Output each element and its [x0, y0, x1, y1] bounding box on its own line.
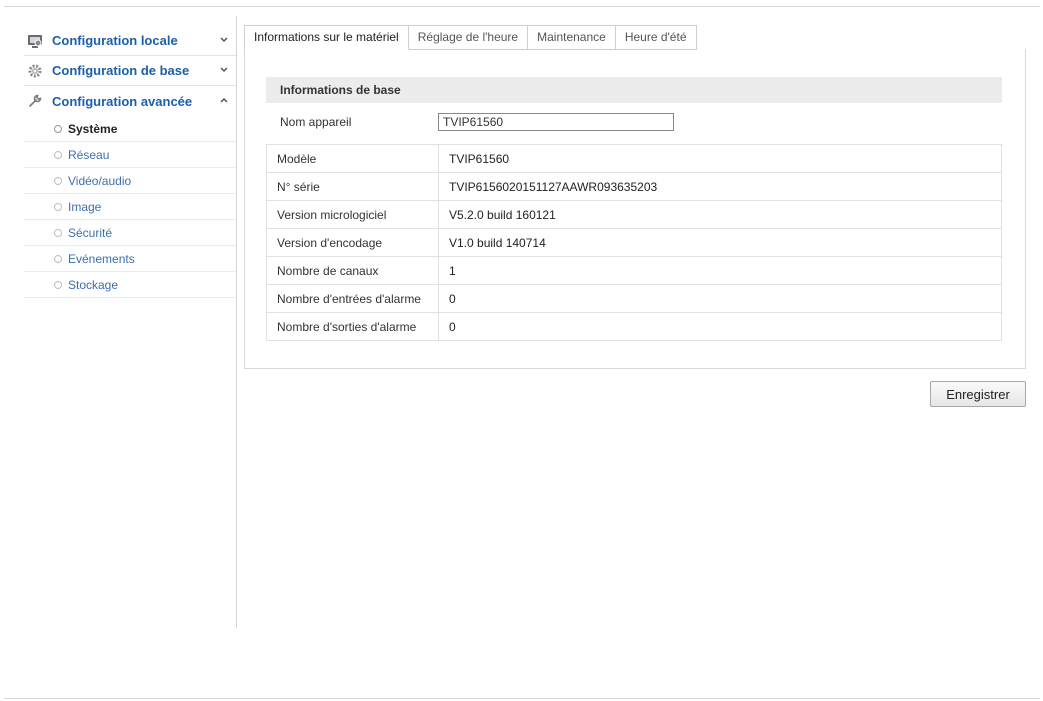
- row-value: V1.0 build 140714: [438, 228, 1002, 257]
- sidebar-item-stockage[interactable]: Stockage: [24, 272, 236, 298]
- table-row: Nombre d'entrées d'alarme 0: [266, 284, 1002, 313]
- sidebar-item-reseau[interactable]: Réseau: [24, 142, 236, 168]
- tab-hardware-info[interactable]: Informations sur le matériel: [244, 25, 409, 50]
- device-name-row: Nom appareil: [266, 111, 1002, 135]
- group-title: Informations de base: [266, 77, 1002, 103]
- sidebar-divider: [236, 16, 237, 628]
- sidebar-section-label: Configuration locale: [52, 33, 178, 48]
- row-key: Nombre de canaux: [266, 256, 439, 285]
- table-row: Modèle TVIP61560: [266, 144, 1002, 173]
- save-button[interactable]: Enregistrer: [930, 381, 1026, 407]
- tab-daylight-saving[interactable]: Heure d'été: [615, 25, 697, 50]
- bullet-icon: [54, 255, 62, 263]
- row-value: V5.2.0 build 160121: [438, 200, 1002, 229]
- tab-bar: Informations sur le matériel Réglage de …: [244, 25, 697, 50]
- table-row: N° série TVIP6156020151127AAWR093635203: [266, 172, 1002, 201]
- device-name-input[interactable]: [438, 113, 674, 131]
- tab-time-settings[interactable]: Réglage de l'heure: [408, 25, 529, 50]
- sidebar-item-label: Sécurité: [68, 225, 113, 240]
- row-key: Version d'encodage: [266, 228, 439, 257]
- row-value: 0: [438, 284, 1002, 313]
- sidebar-item-label: Vidéo/audio: [68, 173, 132, 188]
- sidebar-section-advanced-config[interactable]: Configuration avancée: [24, 86, 236, 116]
- sidebar-item-label: Réseau: [68, 147, 110, 162]
- sidebar-item-label: Image: [68, 199, 102, 214]
- table-row: Nombre d'sorties d'alarme 0: [266, 312, 1002, 341]
- bullet-icon: [54, 177, 62, 185]
- row-value: TVIP6156020151127AAWR093635203: [438, 172, 1002, 201]
- bullet-icon: [54, 151, 62, 159]
- bullet-icon: [54, 229, 62, 237]
- tab-maintenance[interactable]: Maintenance: [528, 25, 616, 50]
- row-value: TVIP61560: [438, 144, 1002, 173]
- hardware-info-panel: Informations de base Nom appareil Modèle…: [244, 49, 1026, 369]
- advanced-config-submenu: Système Réseau Vidéo/audio Image Sécurit…: [24, 116, 236, 298]
- monitor-settings-icon: [26, 32, 44, 50]
- sidebar-item-label: Système: [68, 121, 118, 136]
- table-row: Version micrologiciel V5.2.0 build 16012…: [266, 200, 1002, 229]
- bullet-icon: [54, 125, 62, 133]
- sidebar-section-label: Configuration avancée: [52, 93, 193, 109]
- sidebar-item-label: Evénements: [68, 251, 135, 266]
- row-key: Nombre d'entrées d'alarme: [266, 284, 439, 313]
- gear-icon: [26, 62, 44, 80]
- sidebar: Configuration locale Configuration de ba…: [24, 26, 236, 298]
- bullet-icon: [54, 203, 62, 211]
- row-value: 1: [438, 256, 1002, 285]
- sidebar-item-systeme[interactable]: Système: [24, 116, 236, 142]
- sidebar-item-evenements[interactable]: Evénements: [24, 246, 236, 272]
- sidebar-section-basic-config[interactable]: Configuration de base: [24, 56, 236, 86]
- chevron-down-icon: [218, 64, 230, 76]
- wrench-icon: [26, 92, 44, 110]
- table-row: Version d'encodage V1.0 build 140714: [266, 228, 1002, 257]
- chevron-down-icon: [218, 34, 230, 46]
- sidebar-item-label: Stockage: [68, 277, 119, 292]
- sidebar-section-local-config[interactable]: Configuration locale: [24, 26, 236, 56]
- bullet-icon: [54, 281, 62, 289]
- row-key: N° série: [266, 172, 439, 201]
- sidebar-section-label: Configuration de base: [52, 63, 190, 78]
- row-key: Modèle: [266, 144, 439, 173]
- row-key: Version micrologiciel: [266, 200, 439, 229]
- sidebar-item-video-audio[interactable]: Vidéo/audio: [24, 168, 236, 194]
- table-row: Nombre de canaux 1: [266, 256, 1002, 285]
- row-key: Nombre d'sorties d'alarme: [266, 312, 439, 341]
- row-value: 0: [438, 312, 1002, 341]
- device-info-table: Modèle TVIP61560 N° série TVIP6156020151…: [266, 144, 1002, 341]
- sidebar-item-image[interactable]: Image: [24, 194, 236, 220]
- device-name-label: Nom appareil: [280, 115, 352, 129]
- sidebar-item-securite[interactable]: Sécurité: [24, 220, 236, 246]
- chevron-up-icon: [218, 94, 230, 106]
